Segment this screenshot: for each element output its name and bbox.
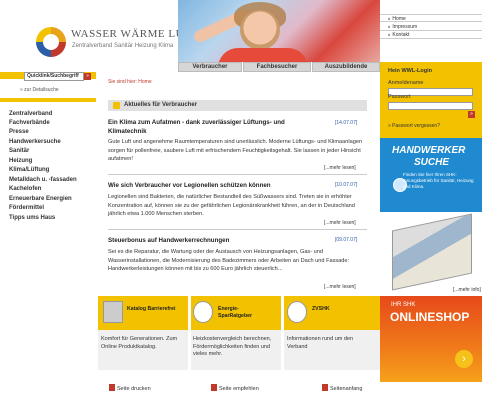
- divider: [380, 14, 482, 15]
- nav-item-metalldach[interactable]: Metalldach u. -fassaden: [9, 177, 77, 183]
- recommend-icon: [211, 384, 217, 391]
- handwerkersuche-text: Finden Sie hier Ihren SHK-Innungsbetrieb…: [403, 172, 474, 189]
- quicklink-input[interactable]: Quicklink/Suchbegriff: [24, 72, 84, 81]
- news-title[interactable]: Wie sich Verbraucher vor Legionellen sch…: [108, 181, 323, 190]
- divider: [380, 38, 482, 39]
- nav-item-kachelofen[interactable]: Kachelofen: [9, 186, 41, 192]
- print-icon: [109, 384, 115, 391]
- promo-title[interactable]: Katalog Barrierefrei: [127, 306, 179, 313]
- breadcrumb: Sie sind hier: Home: [108, 79, 152, 85]
- detail-search-link[interactable]: » zur Detailsuche: [20, 87, 59, 93]
- news-title[interactable]: Steuerbonus auf Handwerkerrechnungen: [108, 236, 323, 245]
- section-title: Aktuelles für Verbraucher: [124, 102, 198, 108]
- service-nav: [380, 0, 482, 62]
- promo-text: Informationen rund um den Verband: [287, 336, 354, 350]
- divider: [188, 296, 191, 370]
- promo-title[interactable]: Energie-SparRatgeber: [218, 306, 270, 320]
- hero-image: [178, 0, 380, 62]
- news-more-link[interactable]: [...mehr lesen]: [324, 284, 356, 290]
- page-top-link[interactable]: Seitenanfang: [330, 386, 362, 392]
- left-nav-top-bar: [0, 98, 96, 102]
- nav-item-tipps-ums-haus[interactable]: Tipps ums Haus: [9, 215, 55, 221]
- password-label: Passwort: [388, 94, 411, 100]
- promo-title[interactable]: ZVSHK: [312, 306, 364, 313]
- news-date: [10.07.07]: [335, 182, 358, 188]
- hero-face-shape: [240, 10, 280, 50]
- nav-item-presse[interactable]: Presse: [9, 129, 29, 135]
- zvshk-logo-icon[interactable]: [287, 301, 307, 323]
- hero-shirt-shape: [218, 48, 308, 62]
- news-body: Gute Luft und angenehme Raumtemperaturen…: [108, 139, 363, 162]
- news-title[interactable]: Ein Klima zum Aufatmen - dank zuverlässi…: [108, 118, 323, 136]
- logo-subtitle: Zentralverband Sanitär Heizung Klima: [72, 43, 174, 49]
- quicklink-submit-button[interactable]: »: [84, 73, 91, 80]
- news-divider: [108, 229, 367, 230]
- tab-verbraucher[interactable]: Verbraucher: [178, 62, 242, 72]
- promo-text: Komfort für Generationen. Zum Online Pro…: [101, 336, 178, 350]
- nav-item-fachverbaende[interactable]: Fachverbände: [9, 120, 50, 126]
- news-date: [14.07.07]: [335, 120, 358, 126]
- onlineshop-banner[interactable]: [380, 296, 482, 382]
- forgot-password-link[interactable]: » Passwort vergessen?: [388, 123, 440, 129]
- handwerkersuche-title-line2: SUCHE: [414, 157, 450, 168]
- arrow-right-icon[interactable]: ›: [455, 350, 473, 368]
- onlineshop-title[interactable]: ONLINESHOP: [390, 310, 469, 324]
- house-more-link[interactable]: [...mehr info]: [453, 287, 481, 293]
- handwerkersuche-title-line1: HANDWERKER: [392, 145, 466, 156]
- logo-icon-center: [43, 34, 59, 50]
- login-submit-button[interactable]: »: [468, 111, 475, 118]
- nav-item-sanitaer[interactable]: Sanitär: [9, 148, 29, 154]
- onlineshop-small: IHR SHK: [391, 302, 416, 308]
- nav-item-handwerkersuche[interactable]: Handwerkersuche: [9, 139, 61, 145]
- divider: [380, 21, 482, 22]
- recommend-page-link[interactable]: Seite empfehlen: [219, 386, 259, 392]
- news-divider: [108, 174, 367, 175]
- tab-fachbesucher[interactable]: Fachbesucher: [243, 62, 311, 72]
- username-label: Anmeldename: [388, 80, 424, 86]
- page-top-icon: [322, 384, 328, 391]
- nav-item-heizung[interactable]: Heizung: [9, 158, 32, 164]
- divider: [281, 296, 284, 370]
- news-date: [09.07.07]: [335, 237, 358, 243]
- login-title: Hein WWL-Login: [388, 68, 432, 74]
- news-body: Sei es die Reparatur, die Wartung oder d…: [108, 249, 350, 272]
- tab-auszubildende[interactable]: Auszubildende: [312, 62, 380, 72]
- news-more-link[interactable]: [...mehr lesen]: [324, 165, 356, 171]
- print-page-link[interactable]: Seite drucken: [117, 386, 151, 392]
- nav-item-klima-lueftung[interactable]: Klima/Lüftung: [9, 167, 49, 173]
- section-icon: [113, 102, 120, 109]
- faucet-icon[interactable]: [103, 301, 123, 323]
- nav-item-zentralverband[interactable]: Zentralverband: [9, 111, 52, 117]
- promo-text: Heizkostenvergleich berechnen, Fördermög…: [193, 336, 272, 357]
- handwerkersuche-title[interactable]: HANDWERKER SUCHE: [392, 145, 465, 169]
- nav-item-erneuerbare-energien[interactable]: Erneuerbare Energien: [9, 196, 72, 202]
- password-input[interactable]: [388, 102, 473, 110]
- divider: [380, 30, 482, 31]
- co2-icon[interactable]: [193, 301, 213, 323]
- news-more-link[interactable]: [...mehr lesen]: [324, 220, 356, 226]
- nav-item-foerdermittel[interactable]: Fördermittel: [9, 205, 44, 211]
- news-body: Legionellen sind Bakterien, die natürlic…: [108, 194, 355, 217]
